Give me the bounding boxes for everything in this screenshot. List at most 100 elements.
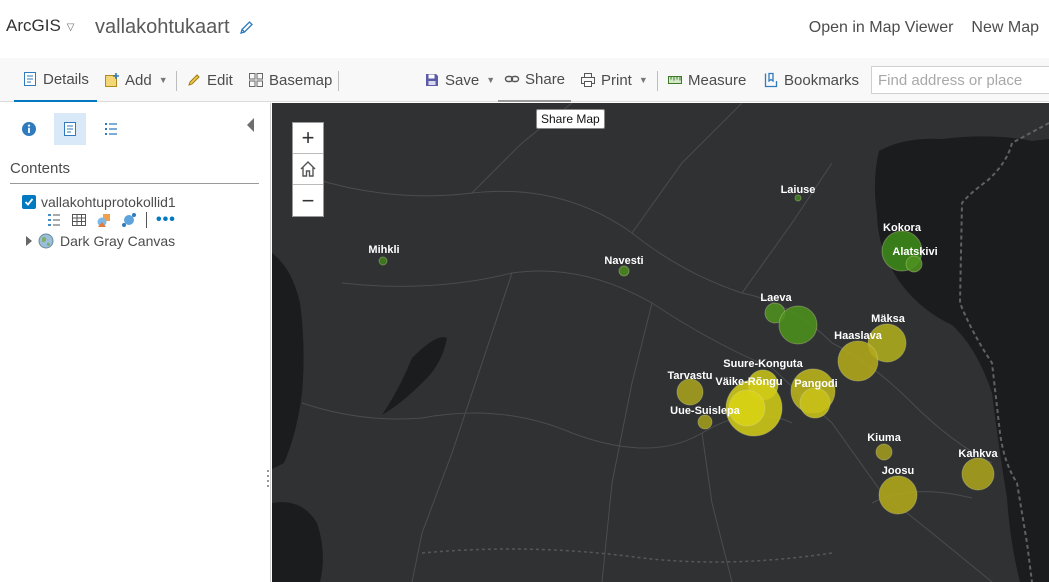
add-label: Add: [125, 71, 152, 89]
about-tab[interactable]: [13, 113, 45, 145]
place-marker[interactable]: [905, 255, 923, 273]
place-label: Tarvastu: [667, 370, 712, 382]
layer-visibility-checkbox[interactable]: [22, 195, 36, 209]
place-marker[interactable]: [878, 475, 918, 515]
list-icon: [105, 123, 117, 135]
ruler-icon: [668, 76, 682, 84]
layer-item[interactable]: vallakohtuprotokollid1: [22, 194, 176, 210]
contents-heading: Contents: [10, 160, 71, 177]
place-label: Kokora: [883, 222, 922, 234]
place-marker[interactable]: [378, 256, 388, 266]
zoom-out-button[interactable]: −: [293, 185, 323, 216]
place-label: Pangodi: [794, 378, 837, 390]
show-legend-icon[interactable]: [46, 212, 62, 228]
measure-label: Measure: [688, 71, 747, 89]
basemap-layer-item[interactable]: Dark Gray Canvas: [26, 233, 175, 249]
table-icon[interactable]: [71, 212, 87, 228]
layer-tools: •••: [46, 212, 176, 228]
edit-button[interactable]: Edit: [186, 58, 233, 102]
side-panel: Contents vallakohtuprotokollid1 ••• Dark…: [0, 103, 271, 582]
collapse-panel-icon[interactable]: [247, 118, 254, 132]
place-marker[interactable]: [618, 265, 630, 277]
bookmarks-button[interactable]: Bookmarks: [763, 58, 859, 102]
print-label: Print: [601, 71, 632, 89]
open-in-map-viewer-link[interactable]: Open in Map Viewer: [809, 19, 954, 37]
basemap-label: Basemap: [269, 71, 333, 89]
share-label: Share: [525, 70, 566, 88]
place-label: Väike-Rõngu: [715, 376, 782, 388]
print-button[interactable]: Print ▼: [580, 58, 648, 102]
basemap-grid-icon: [249, 73, 263, 87]
toolbar-divider: [176, 71, 177, 91]
share-tooltip: Share Map: [536, 109, 605, 129]
details-label: Details: [43, 70, 89, 88]
place-marker[interactable]: [961, 457, 995, 491]
divider: [146, 212, 147, 228]
contents-icon: [64, 122, 76, 136]
checkmark-icon: [24, 198, 34, 206]
add-layer-icon: [105, 73, 119, 87]
place-label: Laeva: [760, 292, 792, 304]
pencil-icon[interactable]: [238, 20, 254, 36]
place-marker[interactable]: [676, 378, 704, 406]
basemap-button[interactable]: Basemap: [248, 58, 332, 102]
more-options-icon[interactable]: •••: [156, 212, 176, 228]
share-button[interactable]: Share: [498, 58, 572, 102]
change-style-icon[interactable]: [96, 212, 112, 228]
divider: [10, 183, 259, 184]
edit-label: Edit: [207, 71, 233, 89]
arcgis-menu[interactable]: ArcGIS ▽: [6, 16, 75, 36]
expand-arrow-icon[interactable]: [26, 236, 32, 246]
place-label: Suure-Konguta: [723, 358, 803, 370]
place-label: Laiuse: [781, 184, 816, 196]
place-marker[interactable]: [837, 340, 879, 382]
globe-icon: [38, 233, 54, 249]
map-title: vallakohtukaart: [95, 16, 254, 39]
place-label: Alatskivi: [892, 246, 937, 258]
zoom-in-button[interactable]: +: [293, 123, 323, 154]
place-marker[interactable]: [778, 305, 818, 345]
legend-tab[interactable]: [95, 113, 127, 145]
link-icon: [504, 75, 520, 83]
place-label: Mäksa: [871, 313, 906, 325]
place-marker[interactable]: [875, 443, 893, 461]
contents-tab[interactable]: [54, 113, 86, 145]
bookmarks-label: Bookmarks: [784, 71, 860, 89]
search-input[interactable]: [871, 66, 1049, 94]
save-button[interactable]: Save ▼: [424, 58, 495, 102]
place-label: Kahkva: [958, 448, 998, 460]
home-icon: [300, 161, 316, 177]
home-button[interactable]: [293, 154, 323, 185]
printer-icon: [581, 73, 595, 87]
measure-button[interactable]: Measure: [667, 58, 746, 102]
place-marker[interactable]: [697, 414, 713, 430]
perform-analysis-icon[interactable]: [121, 212, 137, 228]
bookmark-icon: [764, 72, 778, 88]
chevron-down-icon: ▼: [638, 75, 648, 85]
place-label: Mihkli: [368, 244, 399, 256]
basemap-canvas: Laiuse Mihkli Navesti Kokora Alatskivi Laeva M…: [272, 103, 1049, 582]
save-icon: [426, 74, 438, 86]
brand-label: ArcGIS: [6, 16, 61, 35]
save-label: Save: [445, 71, 480, 89]
details-button[interactable]: Details: [14, 58, 97, 102]
add-button[interactable]: Add ▼: [104, 58, 168, 102]
place-marker[interactable]: [799, 387, 831, 419]
app-header: ArcGIS ▽ vallakohtukaart Open in Map Vie…: [0, 0, 1049, 58]
map-view[interactable]: Laiuse Mihkli Navesti Kokora Alatskivi Laeva M…: [272, 103, 1049, 582]
edit-icon: [188, 74, 200, 86]
place-label: Kiuma: [867, 432, 902, 444]
chevron-down-icon: ▼: [486, 75, 496, 85]
basemap-layer-name: Dark Gray Canvas: [60, 233, 176, 249]
info-icon: [22, 122, 36, 136]
place-markers-layer: Laiuse Mihkli Navesti Kokora Alatskivi Laeva M…: [368, 184, 998, 515]
chevron-down-icon: ▼: [158, 75, 168, 85]
place-label: Uue-Suislepa: [670, 405, 741, 417]
resize-grip-icon[interactable]: [266, 468, 270, 488]
place-label: Haaslava: [834, 330, 883, 342]
new-map-link[interactable]: New Map: [971, 19, 1039, 37]
layer-name: vallakohtuprotokollid1: [41, 194, 176, 210]
zoom-controls: + −: [292, 122, 324, 217]
chevron-down-icon: ▽: [66, 21, 75, 33]
map-title-text: vallakohtukaart: [95, 16, 230, 38]
